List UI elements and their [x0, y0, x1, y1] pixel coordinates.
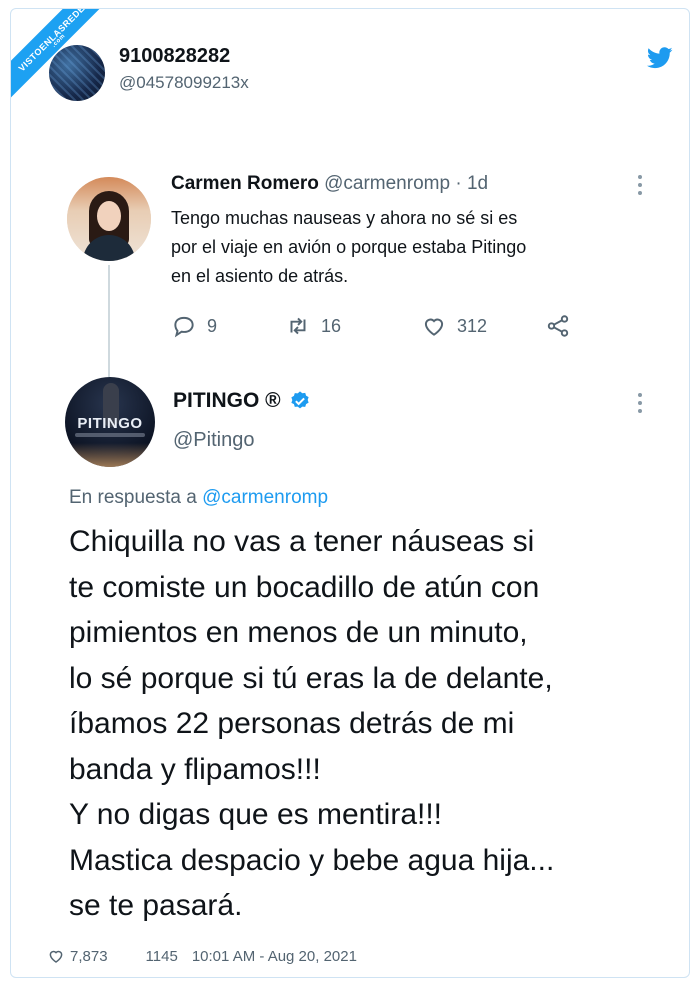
- user-handle[interactable]: @04578099213x: [119, 73, 249, 93]
- quoted-time[interactable]: 1d: [467, 173, 488, 194]
- quoted-tweet-text: Tengo muchas nauseas y ahora no sé si es…: [171, 204, 641, 291]
- thread-connector: [108, 265, 110, 377]
- like-button[interactable]: 312: [421, 313, 487, 339]
- meta-separator: ·: [455, 173, 462, 194]
- like-count: 312: [457, 315, 488, 336]
- reply-icon: [174, 316, 194, 338]
- verified-badge-icon: [291, 391, 309, 409]
- quoted-author-name[interactable]: Carmen Romero: [171, 173, 319, 194]
- footer-like-count: 7,873: [70, 947, 108, 965]
- avatar[interactable]: [49, 45, 105, 101]
- reply-mention-link[interactable]: @carmenromp: [202, 487, 328, 508]
- carmen-avatar[interactable]: [67, 177, 151, 261]
- author-name-text: PITINGO ®: [173, 389, 281, 412]
- more-options-icon[interactable]: [637, 175, 643, 199]
- share-icon: [547, 315, 569, 337]
- tweet-text: Chiquilla no vas a tener náuseas si te c…: [69, 519, 669, 929]
- reply-context: En respuesta a @carmenromp: [69, 487, 328, 509]
- tweet-footer: 7,873 1145 10:01 AM - Aug 20, 2021: [47, 947, 357, 965]
- reply-prefix: En respuesta a: [69, 487, 197, 508]
- retweet-button[interactable]: 16: [285, 313, 341, 339]
- retweet-icon: [290, 317, 306, 335]
- reply-button[interactable]: 9: [171, 313, 217, 339]
- quoted-author-handle[interactable]: @carmenromp: [324, 173, 450, 194]
- retweet-count: 16: [321, 315, 342, 336]
- heart-icon[interactable]: [47, 947, 65, 965]
- quoted-text-line: Tengo muchas nauseas y ahora no sé si es: [171, 208, 518, 228]
- author-handle[interactable]: @Pitingo: [173, 429, 254, 452]
- footer-retweet-count: 1145: [145, 947, 178, 965]
- quoted-text-line: por el viaje en avión o porque estaba Pi…: [171, 237, 527, 257]
- tweet-text-line: pimientos en menos de un minuto,: [69, 616, 528, 649]
- share-button[interactable]: [545, 313, 571, 339]
- tweet-text-line: te comiste un bocadillo de atún con: [69, 570, 540, 604]
- tweet-text-line: lo sé porque si tú eras la de delante,: [69, 661, 553, 695]
- tweet-timestamp[interactable]: 10:01 AM - Aug 20, 2021: [192, 948, 357, 965]
- tweet-card: VISTOENLASREDES .com 9100828282 @0457809…: [10, 8, 690, 978]
- quoted-actions-bar: 9 16 312: [171, 313, 591, 343]
- quoted-text-line: en el asiento de atrás.: [171, 266, 349, 286]
- tweet-text-line: Chiquilla no vas a tener náuseas si: [69, 525, 535, 558]
- reply-count: 9: [207, 315, 218, 336]
- pitingo-avatar[interactable]: PITINGO: [65, 377, 155, 467]
- quoted-tweet-header: Carmen Romero @carmenromp · 1d: [171, 173, 488, 195]
- heart-icon: [424, 318, 444, 336]
- more-options-icon[interactable]: [637, 393, 643, 417]
- tweet-text-line: banda y flipamos!!!: [69, 752, 321, 786]
- display-name[interactable]: 9100828282: [119, 45, 230, 68]
- tweet-text-line: Mastica despacio y bebe agua hija...: [69, 843, 555, 877]
- author-name[interactable]: PITINGO ®: [173, 389, 311, 413]
- twitter-bird-icon[interactable]: [647, 47, 673, 69]
- tweet-text-line: se te pasará.: [69, 889, 243, 922]
- avatar-label: PITINGO: [77, 415, 143, 432]
- tweet-text-line: íbamos 22 personas detrás de mi: [69, 707, 515, 740]
- tweet-text-line: Y no digas que es mentira!!!: [69, 798, 443, 831]
